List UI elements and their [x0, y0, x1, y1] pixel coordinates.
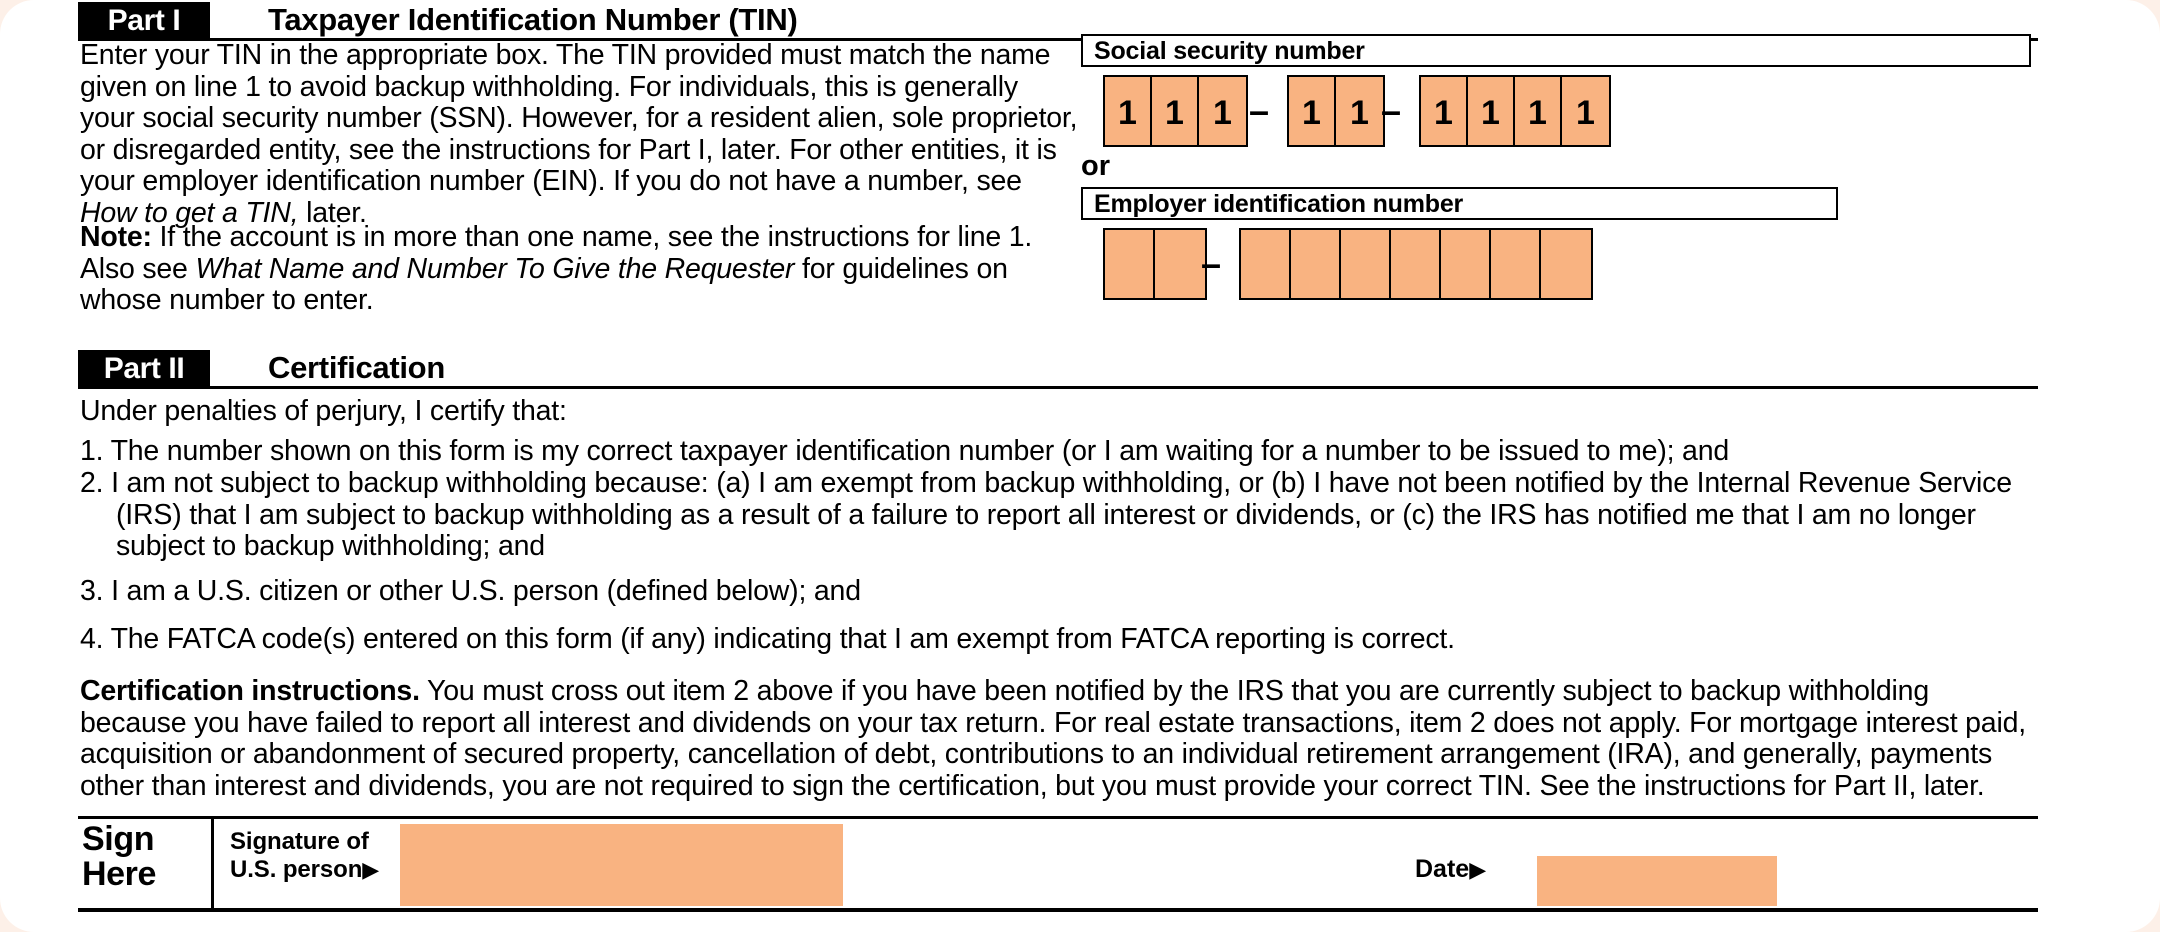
sign-block-divider — [211, 819, 214, 908]
certification-intro: Under penalties of perjury, I certify th… — [80, 395, 567, 427]
part-2-title: Certification — [268, 350, 445, 385]
ein-row-cell[interactable] — [1441, 230, 1491, 298]
date-field-label: Date▶ — [1415, 855, 1487, 883]
part-1-title: Taxpayer Identification Number (TIN) — [268, 2, 798, 37]
part-2-banner: Part II Certification — [78, 350, 2038, 388]
certification-item-1: 1. The number shown on this form is my c… — [80, 435, 1730, 467]
ein-row-group-1[interactable] — [1103, 228, 1207, 300]
tin-note-paragraph: Note: If the account is in more than one… — [80, 221, 1033, 316]
signature-label-line-1: Signature of — [230, 828, 369, 855]
ssn-row-cell[interactable]: 1 — [1515, 77, 1562, 145]
ein-row-cell[interactable] — [1105, 230, 1155, 298]
ein-row-cell[interactable] — [1241, 230, 1291, 298]
form-content-area: Part I Taxpayer Identification Number (T… — [78, 0, 2038, 932]
ein-label-text: Employer identification number — [1094, 190, 1464, 218]
signature-field-label: Signature of U.S. person▶ — [230, 828, 420, 884]
signature-label-line-2: U.S. person▶ — [230, 856, 380, 883]
certification-instructions: Certification instructions. You must cro… — [80, 675, 2026, 802]
w9-form-page: Part I Taxpayer Identification Number (T… — [0, 0, 2160, 932]
ein-row-separator-dash: – — [1200, 243, 1222, 284]
or-divider-label: or — [1081, 150, 1110, 182]
sign-block-bottom-rule — [78, 908, 2038, 912]
ssn-row-cell[interactable]: 1 — [1289, 77, 1336, 145]
certification-item-4: 4. The FATCA code(s) entered on this for… — [80, 623, 1455, 655]
ssn-row-group-1[interactable]: 111 — [1103, 75, 1248, 147]
ssn-row-separator-dash: – — [1248, 90, 1270, 131]
date-pointer-icon: ▶ — [1469, 857, 1487, 882]
sign-here-line-2: Here — [82, 855, 157, 893]
ssn-row-cell[interactable]: 1 — [1562, 77, 1609, 145]
signature-pointer-icon: ▶ — [362, 857, 380, 882]
part-2-tab: Part II — [78, 350, 210, 388]
signature-input-field[interactable] — [400, 824, 843, 906]
ssn-row-cell[interactable]: 1 — [1199, 77, 1246, 145]
ssn-label-bar: Social security number — [1081, 34, 2031, 67]
ssn-row-group-3[interactable]: 1111 — [1419, 75, 1611, 147]
ssn-row-cell[interactable]: 1 — [1468, 77, 1515, 145]
ein-row-cell[interactable] — [1491, 230, 1541, 298]
certification-item-2: 2. I am not subject to backup withholdin… — [80, 467, 2012, 562]
ssn-row-cell[interactable]: 1 — [1421, 77, 1468, 145]
ssn-digit-row[interactable]: 1 1 1–1 1–1 1 1 1 — [1081, 75, 2031, 147]
sign-block-top-rule — [78, 816, 2038, 819]
ssn-row-group-2[interactable]: 11 — [1287, 75, 1385, 147]
ssn-row-cell[interactable]: 1 — [1105, 77, 1152, 145]
ssn-label-text: Social security number — [1094, 37, 1365, 65]
ssn-row-separator-dash: – — [1380, 90, 1402, 131]
ein-row-cell[interactable] — [1541, 230, 1591, 298]
part-2-rule — [78, 386, 2038, 389]
ein-row-cell[interactable] — [1391, 230, 1441, 298]
sign-here-line-1: Sign — [82, 820, 155, 858]
ein-label-bar: Employer identification number — [1081, 187, 1838, 220]
part-1-tab: Part I — [78, 2, 210, 40]
tin-instructions-paragraph: Enter your TIN in the appropriate box. T… — [80, 39, 1078, 229]
ein-row-cell[interactable] — [1341, 230, 1391, 298]
date-input-field[interactable] — [1537, 856, 1777, 906]
ein-digit-row[interactable]: – — [1081, 228, 1961, 300]
ein-row-cell[interactable] — [1291, 230, 1341, 298]
ssn-row-cell[interactable]: 1 — [1152, 77, 1199, 145]
ein-row-group-2[interactable] — [1239, 228, 1593, 300]
sign-here-heading: Sign Here — [82, 822, 202, 892]
certification-item-3: 3. I am a U.S. citizen or other U.S. per… — [80, 575, 861, 607]
